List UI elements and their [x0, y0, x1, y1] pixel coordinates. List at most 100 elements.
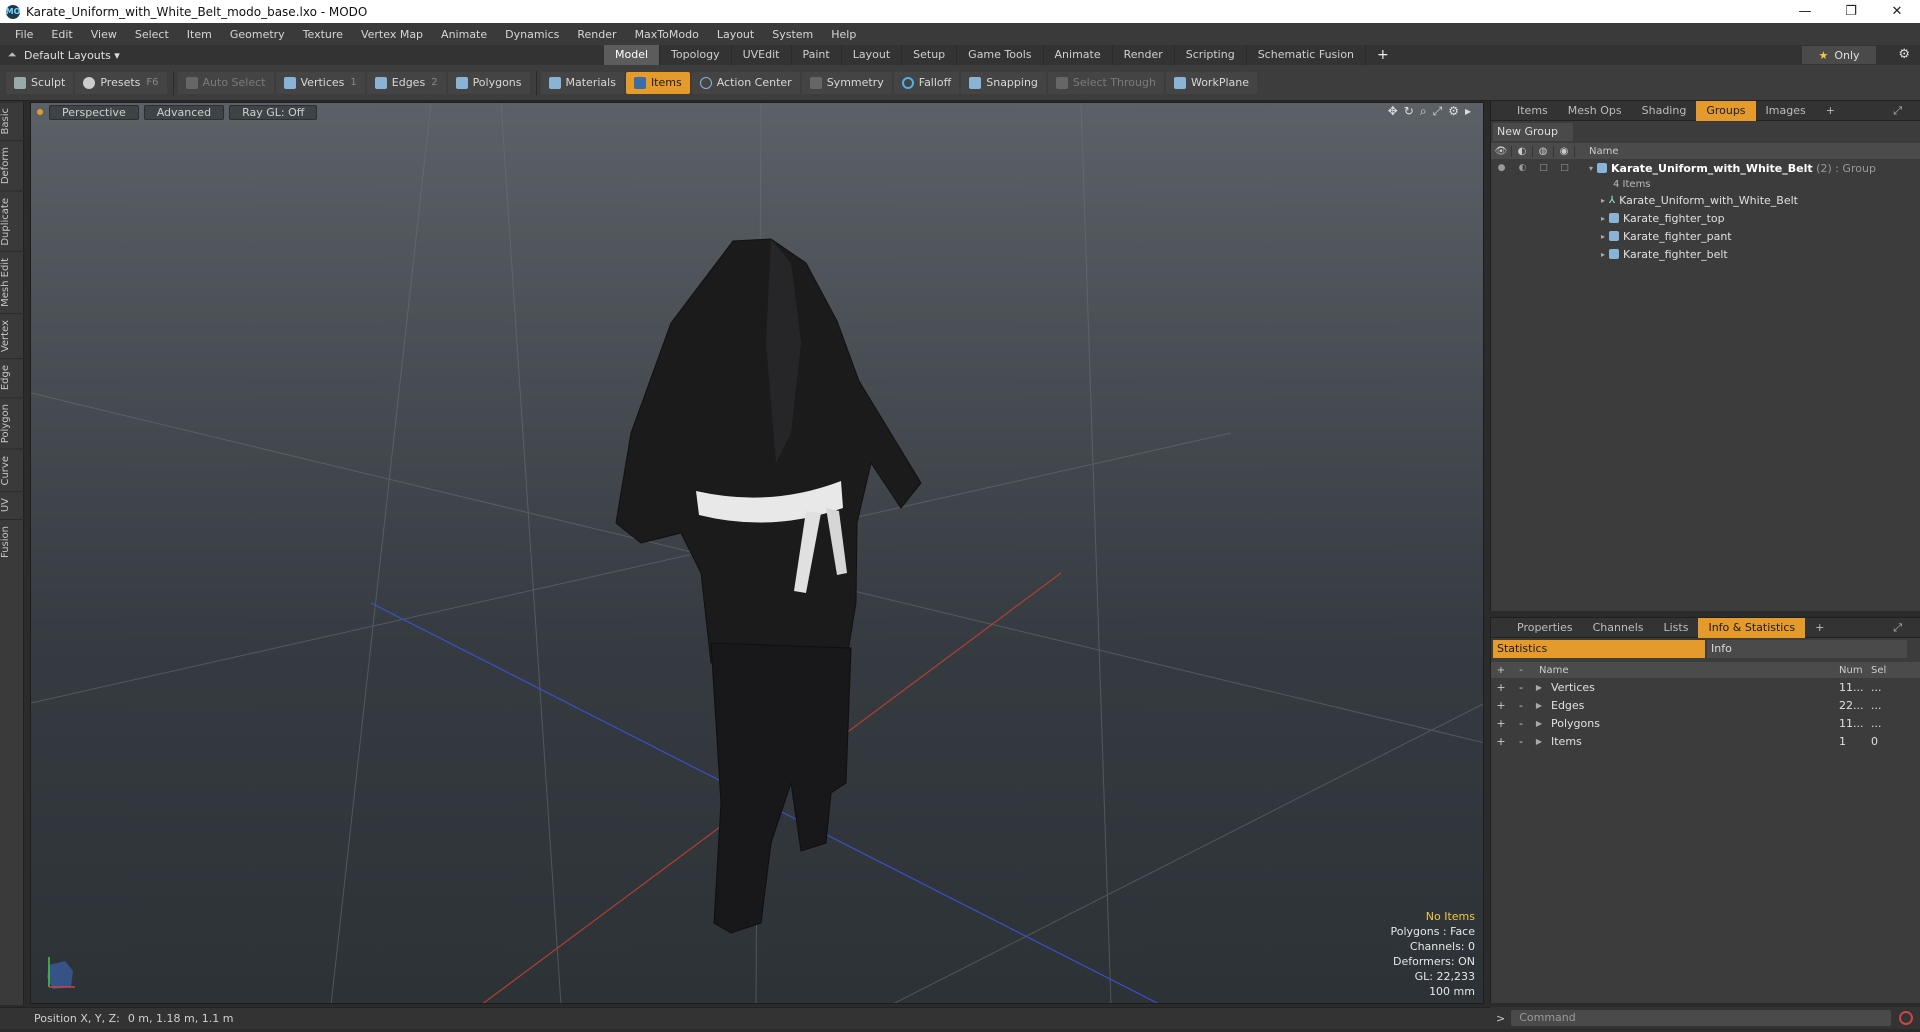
add-icon[interactable]: +	[1491, 717, 1511, 730]
add-icon[interactable]: +	[1491, 699, 1511, 712]
tab-shading[interactable]: Shading	[1632, 101, 1697, 121]
symmetry-button[interactable]: Symmetry	[801, 71, 892, 94]
add-panel-tab-button[interactable]: +	[1816, 101, 1845, 121]
presets-button[interactable]: Presets F6	[75, 71, 167, 94]
stat-row-items[interactable]: + - ▶ Items 1 0	[1491, 732, 1920, 750]
remove-icon[interactable]: -	[1511, 699, 1531, 712]
menu-help[interactable]: Help	[822, 28, 865, 41]
left-tab-vertex[interactable]: Vertex	[0, 313, 24, 359]
add-icon[interactable]: +	[1491, 681, 1511, 694]
expand-arrow-icon[interactable]: ▸	[1601, 196, 1605, 205]
expand-arrow-icon[interactable]: ▶	[1531, 737, 1547, 746]
add-tab-button[interactable]: +	[1366, 45, 1400, 65]
tab-paint[interactable]: Paint	[792, 45, 842, 65]
expand-arrow-icon[interactable]: ▸	[1601, 214, 1605, 223]
tab-animate[interactable]: Animate	[1044, 45, 1113, 65]
polygons-button[interactable]: Polygons	[447, 71, 530, 94]
tab-mesh-ops[interactable]: Mesh Ops	[1558, 101, 1632, 121]
auto-select-button[interactable]: Auto Select	[177, 71, 274, 94]
tree-row-item[interactable]: ▸ Karate_fighter_top	[1491, 209, 1920, 227]
default-layouts-dropdown[interactable]: Default Layouts ▾	[24, 49, 134, 62]
tab-images[interactable]: Images	[1756, 101, 1816, 121]
menu-dynamics[interactable]: Dynamics	[496, 28, 568, 41]
tab-uvedit[interactable]: UVEdit	[732, 45, 792, 65]
tab-groups[interactable]: Groups	[1696, 100, 1756, 121]
tab-game-tools[interactable]: Game Tools	[957, 45, 1044, 65]
edges-button[interactable]: Edges 2	[366, 71, 446, 94]
remove-icon[interactable]: -	[1511, 717, 1531, 730]
menu-geometry[interactable]: Geometry	[221, 28, 294, 41]
new-group-button[interactable]: New Group	[1493, 123, 1573, 141]
tab-scripting[interactable]: Scripting	[1175, 45, 1247, 65]
collapse-icon[interactable]: ▾	[1589, 164, 1593, 173]
remove-all-icon[interactable]: -	[1511, 665, 1531, 676]
menu-file[interactable]: File	[6, 28, 42, 41]
menu-edit[interactable]: Edit	[42, 28, 81, 41]
info-tab[interactable]: Info	[1707, 640, 1907, 658]
3d-viewport[interactable]: Perspective Advanced Ray GL: Off ✥ ↻ ⌕ ⤢…	[30, 102, 1484, 1004]
maximize-button[interactable]: ❐	[1828, 0, 1874, 23]
items-button[interactable]: Items	[625, 71, 690, 94]
tab-properties[interactable]: Properties	[1507, 618, 1583, 638]
add-panel-tab-button[interactable]: +	[1805, 618, 1834, 638]
menu-layout[interactable]: Layout	[708, 28, 763, 41]
left-tab-basic[interactable]: Basic	[0, 101, 24, 141]
materials-button[interactable]: Materials	[540, 71, 624, 94]
tree-row-item[interactable]: ▸ ⅄ Karate_Uniform_with_White_Belt	[1491, 191, 1920, 209]
left-tab-edge[interactable]: Edge	[0, 358, 24, 397]
remove-icon[interactable]: -	[1511, 735, 1531, 748]
gear-icon[interactable]: ⚙	[1898, 47, 1910, 62]
zoom-icon[interactable]: ⌕	[1420, 104, 1427, 119]
menu-view[interactable]: View	[82, 28, 126, 41]
tab-model[interactable]: Model	[604, 45, 661, 65]
menu-system[interactable]: System	[763, 28, 822, 41]
expand-arrow-icon[interactable]: ▶	[1531, 719, 1547, 728]
stat-row-vertices[interactable]: + - ▶ Vertices 11......	[1491, 678, 1920, 696]
menu-render[interactable]: Render	[568, 28, 625, 41]
tab-layout[interactable]: Layout	[842, 45, 903, 65]
snapping-button[interactable]: Snapping	[961, 71, 1046, 94]
remove-icon[interactable]: -	[1511, 681, 1531, 694]
expand-icon[interactable]: ⤢	[1883, 101, 1912, 121]
raygl-button[interactable]: Ray GL: Off	[229, 104, 318, 120]
tab-channels[interactable]: Channels	[1583, 618, 1654, 638]
stat-row-edges[interactable]: + - ▶ Edges 22......	[1491, 696, 1920, 714]
expand-arrow-icon[interactable]: ▶	[1531, 701, 1547, 710]
sculpt-button[interactable]: Sculpt	[6, 71, 74, 94]
viewport-menu-icon[interactable]: ▸	[1465, 104, 1471, 119]
fit-icon[interactable]: ⤢	[1433, 104, 1443, 119]
layout-toggle-icon[interactable]: ⏶	[0, 48, 24, 62]
expand-arrow-icon[interactable]: ▸	[1601, 232, 1605, 241]
tab-info-statistics[interactable]: Info & Statistics	[1698, 617, 1806, 638]
falloff-button[interactable]: Falloff	[893, 71, 960, 94]
menu-maxtomodo[interactable]: MaxToModo	[626, 28, 708, 41]
record-icon[interactable]	[1899, 1011, 1914, 1025]
left-tab-deform[interactable]: Deform	[0, 140, 24, 191]
left-tab-mesh-edit[interactable]: Mesh Edit	[0, 251, 24, 314]
menu-vertex-map[interactable]: Vertex Map	[352, 28, 432, 41]
tab-items[interactable]: Items	[1507, 101, 1558, 121]
lock-toggle-icon[interactable]: □	[1533, 163, 1554, 173]
add-all-icon[interactable]: +	[1491, 665, 1511, 676]
workplane-button[interactable]: WorkPlane	[1165, 71, 1257, 94]
left-tab-fusion[interactable]: Fusion	[0, 518, 24, 564]
rotate-icon[interactable]: ↻	[1404, 104, 1414, 119]
left-tab-uv[interactable]: UV	[0, 491, 24, 519]
pan-icon[interactable]: ✥	[1388, 104, 1398, 119]
menu-select[interactable]: Select	[126, 28, 178, 41]
minimize-button[interactable]: —	[1782, 0, 1828, 23]
menu-animate[interactable]: Animate	[432, 28, 496, 41]
left-tab-polygon[interactable]: Polygon	[0, 396, 24, 449]
tab-topology[interactable]: Topology	[660, 45, 732, 65]
statistics-tab[interactable]: Statistics	[1493, 640, 1705, 658]
left-tab-duplicate[interactable]: Duplicate	[0, 190, 24, 252]
only-button[interactable]: ★ Only	[1802, 46, 1876, 64]
menu-texture[interactable]: Texture	[294, 28, 352, 41]
tab-lists[interactable]: Lists	[1654, 618, 1699, 638]
viewport-settings-icon[interactable]: ⚙	[1448, 104, 1459, 119]
left-tab-curve[interactable]: Curve	[0, 448, 24, 492]
vertices-button[interactable]: Vertices 1	[275, 71, 365, 94]
add-icon[interactable]: +	[1491, 735, 1511, 748]
tree-row-item[interactable]: ▸ Karate_fighter_belt	[1491, 245, 1920, 263]
perspective-button[interactable]: Perspective	[49, 104, 139, 120]
